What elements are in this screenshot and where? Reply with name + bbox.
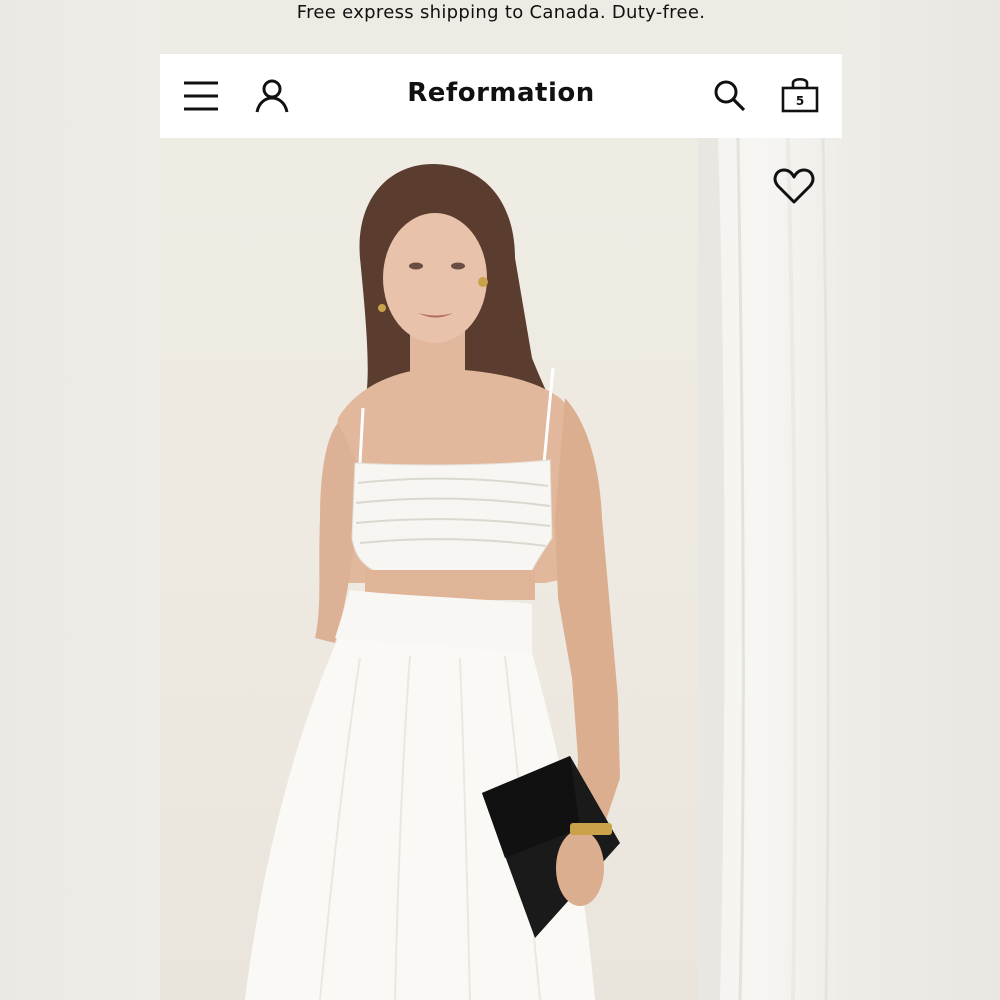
fabric-photo bbox=[698, 138, 830, 1000]
promo-banner: Free express shipping to Canada. Duty-fr… bbox=[160, 0, 842, 54]
product-image-main[interactable] bbox=[160, 138, 698, 1000]
product-image-gallery[interactable] bbox=[160, 138, 842, 1000]
heart-outline-icon bbox=[773, 168, 815, 204]
product-image-next[interactable] bbox=[698, 138, 842, 1000]
promo-text: Free express shipping to Canada. Duty-fr… bbox=[296, 2, 706, 23]
mobile-page: Free express shipping to Canada. Duty-fr… bbox=[160, 0, 842, 1000]
search-button[interactable] bbox=[710, 76, 750, 116]
cart-button[interactable]: 5 bbox=[776, 72, 824, 118]
search-icon bbox=[714, 80, 746, 112]
site-header: Reformation 5 bbox=[160, 54, 842, 138]
model-photo bbox=[245, 163, 620, 1000]
backdrop-left bbox=[0, 0, 160, 1000]
favorite-button[interactable] bbox=[772, 166, 816, 206]
backdrop-right bbox=[842, 0, 1000, 1000]
cart-count-badge: 5 bbox=[795, 94, 805, 108]
